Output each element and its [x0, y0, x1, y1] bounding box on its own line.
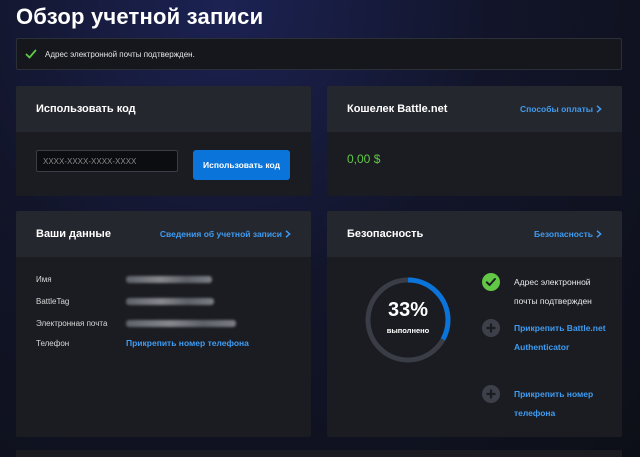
security-item-email: Адрес электронной почты подтвержден — [482, 273, 610, 311]
add-phone-link[interactable]: Прикрепить номер телефона — [126, 338, 249, 348]
account-details-link[interactable]: Сведения об учетной записи — [160, 229, 291, 239]
security-item-label[interactable]: Прикрепить Battle.net Authenticator — [514, 319, 610, 357]
email-verified-notice: Адрес электронной почты подтвержден. — [16, 38, 622, 70]
payment-methods-link[interactable]: Способы оплаты — [520, 104, 602, 114]
field-label-battletag: BattleTag — [36, 297, 70, 306]
security-item-label: Адрес электронной почты подтвержден — [514, 277, 592, 306]
chevron-right-icon — [596, 230, 602, 238]
security-percent: 33% — [387, 299, 429, 321]
card-title: Ваши данные — [36, 228, 111, 240]
card-header: Безопасность Безопасность — [327, 211, 622, 257]
check-circle-icon — [482, 273, 500, 291]
redeem-code-card: Использовать код Использовать код — [16, 86, 311, 196]
link-label: Безопасность — [534, 229, 593, 239]
security-card: Безопасность Безопасность 33% выполнено … — [327, 211, 622, 437]
field-label-phone: Телефон — [36, 339, 70, 348]
redeem-button[interactable]: Использовать код — [193, 150, 290, 180]
security-link[interactable]: Безопасность — [534, 229, 602, 239]
card-title: Кошелек Battle.net — [347, 103, 448, 115]
field-label-name: Имя — [36, 275, 52, 284]
field-label-email: Электронная почта — [36, 319, 108, 328]
chevron-right-icon — [596, 105, 602, 113]
account-details-card: Ваши данные Сведения об учетной записи И… — [16, 211, 311, 437]
notice-text: Адрес электронной почты подтвержден. — [45, 49, 195, 59]
code-input[interactable] — [36, 150, 178, 172]
page-title: Обзор учетной записи — [16, 4, 264, 29]
card-header: Кошелек Battle.net Способы оплаты — [327, 86, 622, 132]
security-item-authenticator[interactable]: Прикрепить Battle.net Authenticator — [482, 319, 610, 357]
field-value-battletag — [126, 298, 214, 307]
card-header: Ваши данные Сведения об учетной записи — [16, 211, 311, 257]
field-value-name — [126, 276, 212, 285]
security-item-label[interactable]: Прикрепить номер телефона — [514, 385, 610, 423]
field-value-email — [126, 320, 236, 329]
card-header: Использовать код — [16, 86, 311, 132]
plus-circle-icon — [482, 385, 500, 403]
link-label: Сведения об учетной записи — [159, 229, 282, 239]
security-percent-caption: выполнено — [386, 326, 430, 335]
card-title: Использовать код — [36, 103, 136, 115]
plus-circle-icon — [482, 319, 500, 337]
card-title: Безопасность — [347, 228, 424, 240]
wallet-card: Кошелек Battle.net Способы оплаты 0,00 $ — [327, 86, 622, 196]
chevron-right-icon — [285, 230, 291, 238]
wallet-balance: 0,00 $ — [347, 152, 381, 166]
check-icon — [25, 49, 37, 59]
link-label: Способы оплаты — [519, 104, 593, 114]
next-card-edge — [16, 450, 622, 457]
security-item-phone[interactable]: Прикрепить номер телефона — [482, 385, 610, 423]
